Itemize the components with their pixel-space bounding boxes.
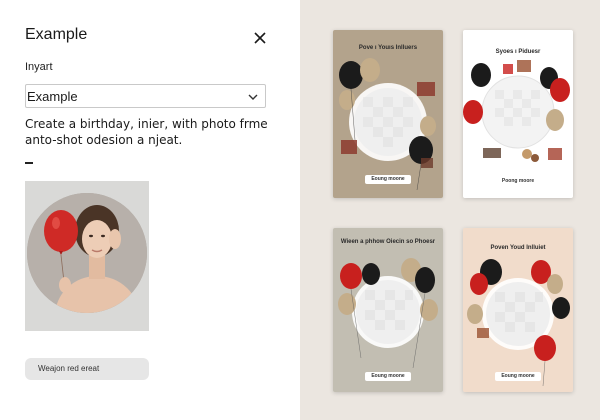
field-label: Inyart — [25, 61, 53, 73]
template-gallery: Pove ı Youıs Inlluers Eoung moone Syoes … — [300, 0, 600, 420]
card-artwork — [463, 228, 573, 392]
template-card[interactable]: Wieen a phhow Oiecin so Phoesr Eoung moo… — [333, 228, 443, 392]
generate-button-label: Weajon red ereat — [38, 364, 100, 373]
generate-button[interactable]: Weajon red ereat — [25, 358, 149, 380]
uploaded-photo[interactable] — [25, 181, 149, 331]
divider — [25, 162, 33, 164]
panel-title: Example — [25, 26, 88, 43]
card-button[interactable]: Eoung moone — [495, 372, 541, 381]
select-value: Example — [27, 89, 78, 104]
template-card[interactable]: Poven Youd Inlluiet Eoung moone — [463, 228, 573, 392]
card-button[interactable]: Eoung moone — [365, 175, 411, 184]
card-heading: Pove ı Youıs Inlluers — [358, 45, 418, 51]
chevron-down-icon — [248, 94, 258, 100]
template-select[interactable]: Example — [25, 84, 266, 108]
photo-image — [25, 181, 149, 331]
prompt-text[interactable]: Create a birthday, inier, with photo frm… — [25, 116, 275, 148]
editor-panel: Example Inyart Example Create a birthday… — [0, 0, 300, 420]
template-card[interactable]: Syoes ı Piduesr Poong moore — [463, 30, 573, 198]
card-artwork — [333, 30, 443, 198]
card-button[interactable]: Eoung moone — [365, 372, 411, 381]
template-card[interactable]: Pove ı Youıs Inlluers Eoung moone — [333, 30, 443, 198]
close-icon[interactable] — [251, 29, 269, 47]
card-heading: Poven Youd Inlluiet — [490, 245, 546, 251]
card-heading: Wieen a phhow Oiecin so Phoesr — [340, 239, 436, 245]
card-button[interactable]: Poong moore — [495, 177, 541, 186]
card-heading: Syoes ı Piduesr — [495, 49, 541, 55]
card-artwork — [333, 228, 443, 392]
